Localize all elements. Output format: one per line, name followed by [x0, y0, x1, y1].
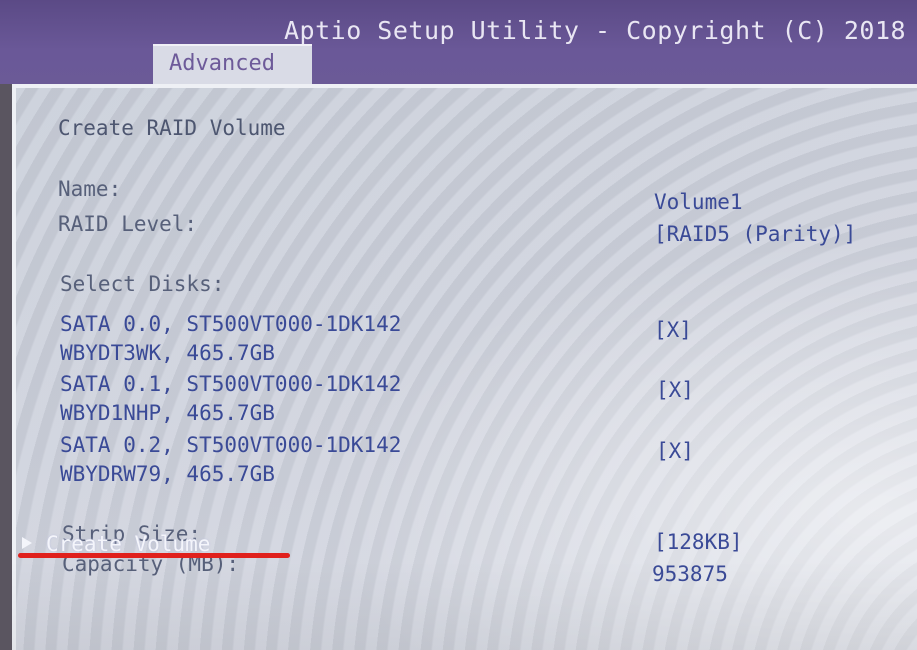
annotation-underline: [18, 553, 290, 558]
page-title: Create RAID Volume: [58, 116, 286, 140]
select-disks-label: Select Disks:: [60, 272, 225, 296]
raid-level-label: RAID Level:: [58, 212, 198, 236]
bios-screen: Aptio Setup Utility - Copyright (C) 2018…: [0, 0, 917, 650]
disk-2-name: SATA 0.2, ST500VT000-1DK142: [60, 433, 402, 457]
strip-size-select[interactable]: [128KB]: [654, 530, 743, 554]
name-field[interactable]: Volume1: [654, 190, 743, 214]
disk-0-detail: WBYDT3WK, 465.7GB: [60, 341, 275, 365]
selection-arrow-icon: [22, 537, 32, 549]
disk-1-name: SATA 0.1, ST500VT000-1DK142: [60, 372, 402, 396]
disk-1-detail: WBYD1NHP, 465.7GB: [60, 401, 275, 425]
disk-2-checkbox[interactable]: [X]: [656, 439, 694, 463]
tab-advanced-label: Advanced: [169, 51, 275, 76]
disk-0-checkbox[interactable]: [X]: [654, 318, 692, 342]
app-title: Aptio Setup Utility - Copyright (C) 2018: [284, 16, 907, 45]
disk-0-name: SATA 0.0, ST500VT000-1DK142: [60, 312, 402, 336]
tab-advanced[interactable]: Advanced: [153, 44, 312, 86]
disk-2-detail: WBYDRW79, 465.7GB: [60, 462, 275, 486]
name-label: Name:: [58, 177, 122, 201]
capacity-field[interactable]: 953875: [652, 562, 728, 586]
main-panel: Create RAID Volume Name: Volume1 RAID Le…: [12, 84, 917, 650]
disk-1-checkbox[interactable]: [X]: [656, 378, 694, 402]
header-bar: Aptio Setup Utility - Copyright (C) 2018…: [0, 0, 917, 86]
raid-level-select[interactable]: [RAID5 (Parity)]: [654, 222, 856, 246]
